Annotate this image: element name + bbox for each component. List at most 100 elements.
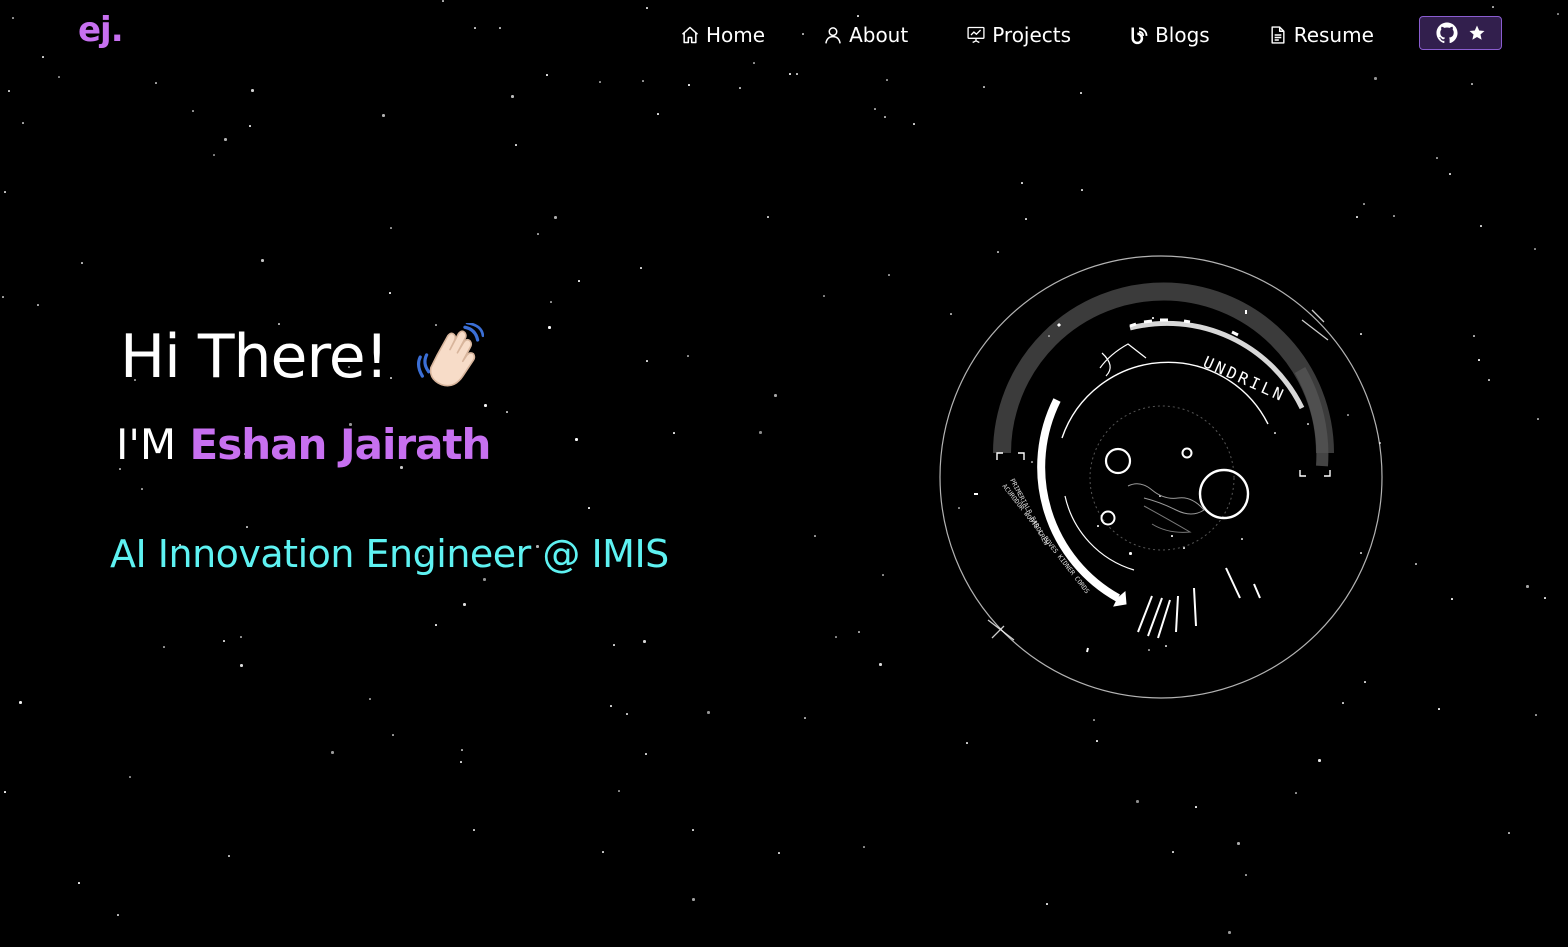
nav-item-home[interactable]: Home: [680, 23, 765, 47]
star-dot: [554, 216, 557, 219]
star-dot: [1318, 759, 1321, 762]
star-dot: [1356, 216, 1358, 218]
star-dot: [483, 578, 486, 581]
star-dot: [1449, 173, 1451, 175]
star-dot: [369, 698, 371, 700]
star-dot: [575, 438, 578, 441]
star-dot: [261, 259, 264, 262]
star-dot: [874, 108, 876, 110]
site-logo[interactable]: ej.: [78, 10, 124, 50]
star-dot: [1195, 806, 1197, 808]
star-dot: [1093, 719, 1095, 721]
star-dot: [626, 713, 628, 715]
star-dot: [687, 355, 689, 357]
star-dot: [796, 73, 798, 75]
star-dot: [1415, 563, 1417, 565]
star-dot: [602, 851, 604, 853]
nav-item-label: Home: [706, 23, 766, 47]
nav-item-blogs[interactable]: Blogs: [1129, 23, 1210, 47]
star-dot: [613, 644, 615, 646]
star-dot: [461, 749, 463, 751]
star-dot: [2, 296, 4, 298]
star-dot: [578, 280, 580, 282]
star-dot: [78, 882, 80, 884]
star-dot: [789, 73, 791, 75]
star-dot: [1478, 359, 1480, 361]
star-dot: [1021, 182, 1023, 184]
star-dot: [1081, 189, 1083, 191]
hud-illustration: UNDRILN PRIMERIALR BAD CREW ACURODOR WOO…: [939, 255, 1383, 699]
portfolio-page: ej. Home About Projects Blogs Resume Hi …: [0, 0, 1568, 947]
star-dot: [863, 846, 865, 848]
star-dot: [392, 734, 394, 736]
star-dot: [19, 701, 22, 704]
star-dot: [1473, 335, 1475, 337]
nav-item-about[interactable]: About: [823, 23, 908, 47]
star-dot: [155, 82, 157, 84]
star-dot: [1534, 248, 1536, 250]
star-dot: [835, 636, 837, 638]
star-dot: [129, 776, 131, 778]
star-dot: [228, 855, 230, 857]
star-dot: [1363, 203, 1365, 205]
greeting-text: Hi There!: [120, 322, 389, 392]
star-dot: [858, 631, 860, 633]
star-dot: [163, 646, 165, 648]
star-dot: [1526, 585, 1529, 588]
star-dot: [58, 76, 60, 78]
star-dot: [640, 267, 642, 269]
star-dot: [1471, 83, 1473, 85]
hero-intro: I'M Eshan Jairath: [116, 420, 491, 469]
star-dot: [4, 791, 6, 793]
star-dot: [1508, 832, 1510, 834]
star-dot: [473, 829, 475, 831]
hud-label: UNDRILN: [1200, 352, 1289, 405]
star-dot: [37, 304, 39, 306]
star-dot: [546, 74, 548, 76]
blog-icon: [1131, 27, 1148, 45]
nav-item-resume[interactable]: Resume: [1268, 23, 1374, 47]
nav-menu: Home About Projects Blogs Resume: [680, 18, 1374, 52]
waving-hand-icon: [416, 323, 484, 387]
star-dot: [435, 624, 437, 626]
star-dot: [759, 431, 762, 434]
star-dot: [548, 326, 551, 329]
star-dot: [823, 295, 825, 297]
star-dot: [117, 914, 119, 916]
star-dot: [141, 488, 143, 490]
document-icon: [1271, 26, 1285, 44]
star-dot: [913, 123, 915, 125]
star-dot: [1046, 903, 1048, 905]
star-dot: [1080, 92, 1082, 94]
star-dot: [506, 411, 508, 413]
star-dot: [8, 90, 10, 92]
star-dot: [1096, 740, 1098, 742]
star-dot: [879, 663, 882, 666]
star-dot: [886, 79, 888, 81]
star-dot: [1537, 418, 1539, 420]
star-dot: [599, 81, 601, 83]
star-dot: [1488, 379, 1490, 381]
star-dot: [390, 227, 392, 229]
star-dot: [645, 753, 647, 755]
star-dot: [610, 705, 612, 707]
star-dot: [382, 114, 385, 117]
star-dot: [550, 301, 552, 303]
star-dot: [4, 191, 6, 193]
star-dot: [692, 898, 695, 901]
star-dot: [515, 144, 517, 146]
star-dot: [22, 122, 24, 124]
star-dot: [767, 216, 769, 218]
star-dot: [537, 233, 539, 235]
star-dot: [688, 84, 690, 86]
nav-item-label: Projects: [992, 23, 1072, 47]
star-dot: [888, 274, 890, 276]
nav-item-projects[interactable]: Projects: [966, 23, 1071, 47]
github-star-button[interactable]: [1419, 16, 1502, 50]
star-dot: [1172, 851, 1174, 853]
star-icon: [1469, 25, 1484, 40]
star-dot: [1237, 842, 1240, 845]
star-dot: [249, 125, 251, 127]
star-dot: [618, 790, 620, 792]
star-dot: [588, 507, 590, 509]
